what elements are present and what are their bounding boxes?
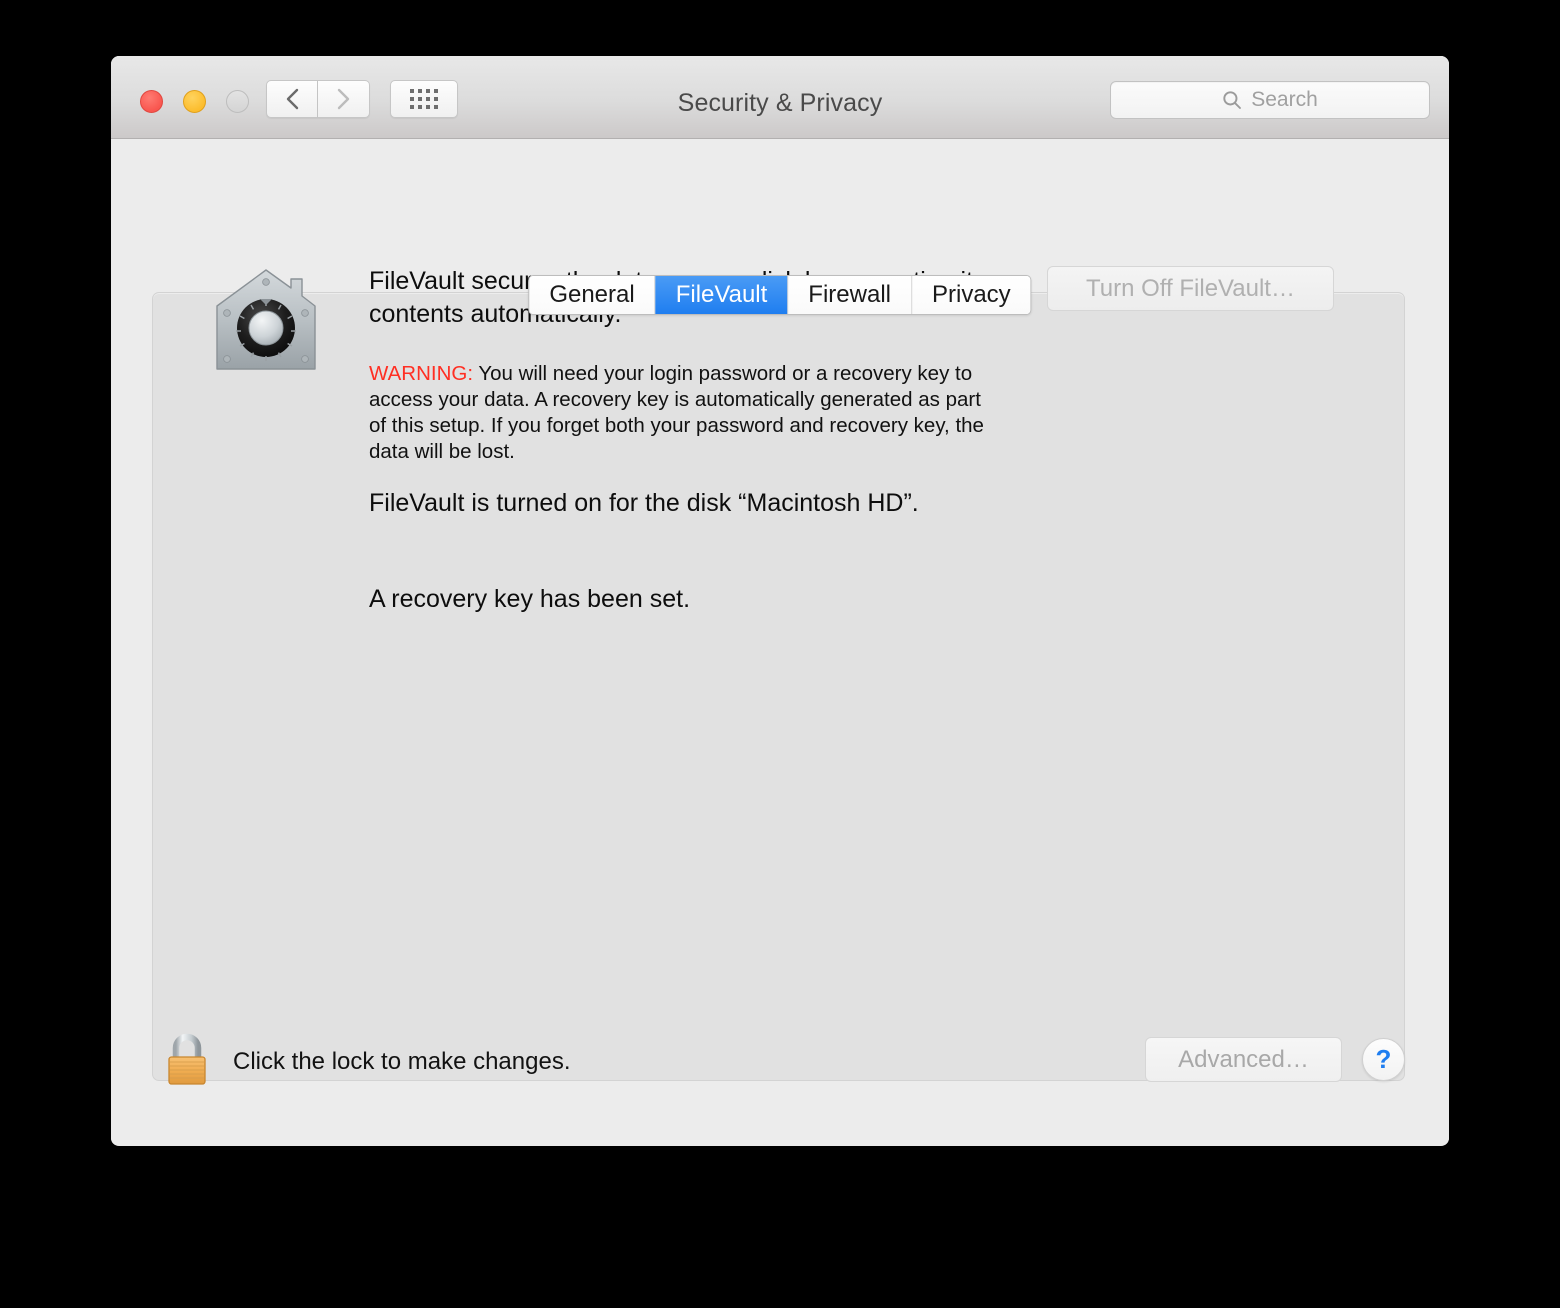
help-button[interactable]: ? (1362, 1038, 1405, 1081)
lock-closed-icon[interactable] (164, 1032, 210, 1086)
turn-off-filevault-button[interactable]: Turn Off FileVault… (1047, 266, 1334, 311)
tab-bar: General FileVault Firewall Privacy (528, 275, 1031, 315)
filevault-warning-text: WARNING: You will need your login passwo… (369, 361, 984, 465)
search-placeholder: Search (1251, 88, 1318, 112)
tab-privacy[interactable]: Privacy (912, 276, 1031, 314)
tab-filevault[interactable]: FileVault (656, 276, 789, 314)
window-titlebar: Security & Privacy Search (111, 56, 1449, 139)
screen: Security & Privacy Search General FileVa… (0, 0, 1560, 1308)
status-recovery-key-text: A recovery key has been set. (369, 585, 690, 614)
filevault-safe-icon (212, 265, 320, 375)
status-disk-text: FileVault is turned on for the disk “Mac… (369, 489, 919, 518)
search-icon (1222, 90, 1242, 110)
warning-label: WARNING: (369, 362, 473, 385)
window-body: General FileVault Firewall Privacy (111, 139, 1449, 1145)
lock-instruction-text: Click the lock to make changes. (233, 1048, 571, 1076)
search-field[interactable]: Search (1110, 81, 1430, 119)
tab-firewall[interactable]: Firewall (788, 276, 912, 314)
advanced-button[interactable]: Advanced… (1145, 1037, 1342, 1082)
tab-general[interactable]: General (529, 276, 655, 314)
system-preferences-window: Security & Privacy Search General FileVa… (111, 56, 1449, 1146)
